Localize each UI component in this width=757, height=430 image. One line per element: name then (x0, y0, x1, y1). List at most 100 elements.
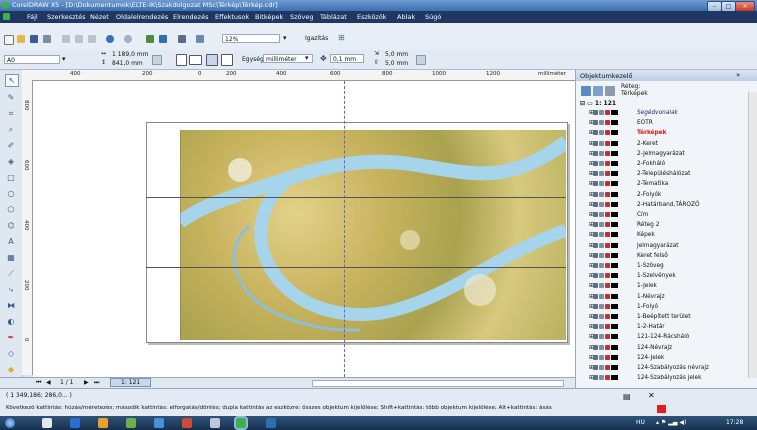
printer-icon[interactable] (599, 161, 604, 166)
lock-icon[interactable] (605, 354, 610, 360)
eye-icon[interactable] (593, 365, 598, 370)
menu-layout[interactable]: Oldalelrendezés (116, 13, 168, 21)
undo-icon[interactable] (106, 35, 114, 43)
transparency-tool-icon[interactable]: ◐ (5, 316, 17, 327)
docker-vertical-scrollbar[interactable] (748, 92, 757, 378)
text-tool-icon[interactable]: A (5, 236, 17, 247)
firefox-taskbar-icon[interactable] (98, 418, 108, 428)
app-taskbar-icon[interactable] (266, 418, 276, 428)
layer-row[interactable]: ⊞ 124-Szabályozás jelek (576, 374, 756, 382)
printer-icon[interactable] (599, 191, 604, 197)
eye-icon[interactable] (593, 212, 598, 217)
layer-row[interactable]: ⊞ EOTR (576, 119, 756, 127)
lock-icon[interactable] (605, 375, 610, 381)
landscape-icon[interactable] (189, 55, 202, 65)
printer-icon[interactable] (599, 110, 604, 115)
layer-row[interactable]: ⊞ Réteg 2 (576, 221, 756, 229)
ie-taskbar-icon[interactable] (70, 418, 80, 428)
layer-row[interactable]: ⊞ 2-Településhálózat (576, 170, 756, 178)
lock-icon[interactable] (605, 110, 610, 115)
printer-icon[interactable] (599, 201, 604, 207)
page-height-field[interactable]: 841,0 mm (110, 59, 150, 68)
ellipse-tool-icon[interactable]: ○ (5, 188, 17, 199)
language-indicator[interactable]: HU (636, 419, 645, 426)
eye-icon[interactable] (593, 375, 598, 381)
lock-icon[interactable] (605, 293, 610, 299)
layer-row[interactable]: ⊞ 1-Beépített terület (576, 313, 756, 321)
lock-icon[interactable] (605, 150, 610, 156)
crop-tool-icon[interactable]: ⌗ (5, 108, 17, 119)
lock-icon[interactable] (605, 171, 610, 177)
printer-icon[interactable] (599, 344, 604, 350)
eye-icon[interactable] (593, 303, 598, 309)
menu-view[interactable]: Nézet (90, 13, 109, 21)
fill-indicator-icon[interactable]: ▤ (623, 392, 631, 401)
eye-icon[interactable] (593, 263, 598, 268)
duplicate-y-field[interactable]: 5,0 mm (383, 59, 415, 68)
polygon-tool-icon[interactable]: ⬠ (5, 204, 17, 215)
eye-icon[interactable] (593, 242, 598, 248)
collapse-icon[interactable]: ⊟ (580, 100, 585, 107)
eye-icon[interactable] (593, 161, 598, 166)
lock-icon[interactable] (605, 201, 610, 207)
eye-icon[interactable] (593, 222, 598, 228)
smart-fill-tool-icon[interactable]: ◈ (5, 156, 17, 167)
layer-row[interactable]: ⊞ 1-Jelek (576, 282, 756, 290)
horizontal-guideline[interactable] (146, 197, 566, 198)
printer-icon[interactable] (599, 283, 604, 289)
copy-icon[interactable] (75, 35, 83, 43)
zoom-level-field[interactable]: 12% (222, 34, 280, 43)
layer-row[interactable]: ⊞ Keret felső (576, 252, 756, 260)
lock-icon[interactable] (605, 314, 610, 319)
lock-icon[interactable] (605, 161, 610, 166)
layer-row[interactable]: ⊞ 1-Névrajz (576, 293, 756, 301)
print-icon[interactable] (43, 35, 51, 43)
dimension-spinner-icon[interactable] (152, 55, 162, 65)
lock-icon[interactable] (605, 181, 610, 187)
duplicate-x-field[interactable]: 5,0 mm (383, 50, 415, 59)
lock-icon[interactable] (605, 263, 610, 268)
eye-icon[interactable] (593, 344, 598, 350)
printer-icon[interactable] (599, 303, 604, 309)
page-tab[interactable]: 1: 121 (110, 378, 152, 387)
printer-icon[interactable] (599, 232, 604, 238)
layer-row[interactable]: ⊞ Jelmagyarázat (576, 242, 756, 250)
app-taskbar-icon[interactable] (182, 418, 192, 428)
lock-icon[interactable] (605, 130, 610, 136)
layer-row[interactable]: ⊞ 1-Folyó (576, 303, 756, 311)
layer-row[interactable]: ⊞ 2-Fokháló (576, 160, 756, 168)
docker-expand-icon[interactable]: » (736, 71, 740, 79)
printer-icon[interactable] (599, 242, 604, 248)
outline-tool-icon[interactable]: ◇ (5, 348, 17, 359)
last-page-icon[interactable]: ⏭ (94, 379, 99, 387)
current-page-icon[interactable] (221, 54, 233, 66)
export-icon[interactable] (159, 35, 167, 43)
coreldraw-taskbar-icon[interactable] (236, 418, 246, 428)
nudge-distance-field[interactable]: 0,1 mm (330, 54, 364, 63)
basic-shapes-tool-icon[interactable]: ⌬ (5, 220, 17, 231)
fill-tool-icon[interactable]: ◆ (5, 364, 17, 375)
align-label[interactable]: Igazítás (305, 35, 328, 42)
layer-row[interactable]: ⊞ Térképek (576, 129, 756, 137)
menu-effects[interactable]: Effektusok (215, 13, 249, 21)
welcome-screen-icon[interactable] (196, 35, 204, 43)
printer-icon[interactable] (599, 130, 604, 136)
vertical-ruler[interactable]: 800 600 400 200 0 (22, 80, 33, 375)
lock-icon[interactable] (605, 232, 610, 238)
lock-icon[interactable] (605, 324, 610, 330)
layer-row[interactable]: ⊞ 1-Szelvények (576, 272, 756, 280)
layer-row[interactable]: ⊞ 124-Szabályozás névrajz (576, 364, 756, 372)
cut-icon[interactable] (62, 35, 70, 43)
printer-icon[interactable] (599, 140, 604, 146)
eye-icon[interactable] (593, 171, 598, 177)
application-launcher-icon[interactable] (178, 35, 186, 43)
lock-icon[interactable] (605, 344, 610, 350)
menu-bitmaps[interactable]: Bitképek (255, 13, 283, 21)
previous-page-icon[interactable]: ◀ (46, 379, 51, 386)
eye-icon[interactable] (593, 191, 598, 197)
eye-icon[interactable] (593, 283, 598, 289)
page-node[interactable]: ⊟ ▭ 1: 121 (580, 100, 756, 108)
portrait-icon[interactable] (176, 54, 187, 66)
lock-icon[interactable] (605, 252, 610, 258)
eye-icon[interactable] (593, 150, 598, 156)
